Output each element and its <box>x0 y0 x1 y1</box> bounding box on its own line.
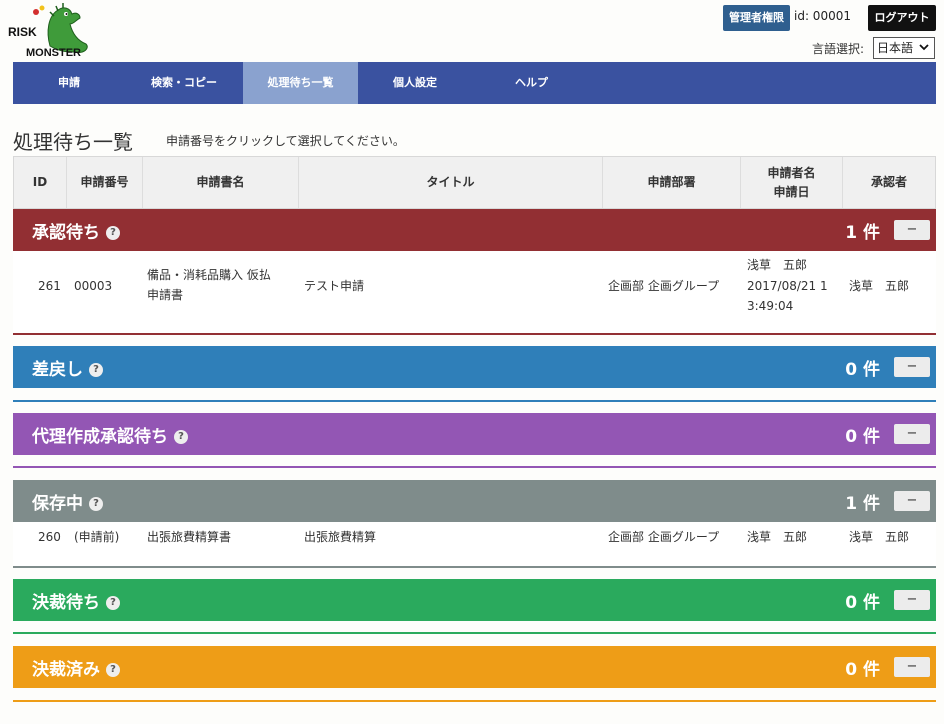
admin-permission-badge[interactable]: 管理者権限 <box>723 5 790 31</box>
section-title: 差戻し? <box>13 355 103 380</box>
nav-personal-settings[interactable]: 個人設定 <box>358 62 472 104</box>
help-icon[interactable]: ? <box>106 225 120 240</box>
section-count: 0 件 <box>845 592 880 613</box>
logo-text-monster: MONSTER <box>26 47 81 59</box>
user-id-label: id: 00001 <box>794 9 851 23</box>
section-title: 保存中? <box>13 489 103 514</box>
row-title: 出張旅費精算 <box>304 530 377 544</box>
collapse-button[interactable]: − <box>894 590 930 610</box>
risk-monster-logo: RISK MONSTER <box>8 3 88 59</box>
section-count: 1 件 <box>845 222 880 243</box>
row-applicant: 浅草 五郎 <box>747 530 808 544</box>
section-title: 決裁待ち? <box>13 588 120 613</box>
section-divider <box>13 333 936 335</box>
row-application-number[interactable]: (申請前) <box>74 527 119 548</box>
section-header[interactable]: 代理作成承認待ち? 0 件 − <box>13 413 936 455</box>
page-title: 処理待ち一覧 <box>13 130 133 154</box>
section-header[interactable]: 決裁待ち? 0 件 − <box>13 579 936 621</box>
section-divider <box>13 700 936 702</box>
row-form-name: 出張旅費精算書 <box>147 530 232 544</box>
help-icon[interactable]: ? <box>89 496 103 511</box>
nav-search-copy[interactable]: 検索・コピー <box>125 62 243 104</box>
row-title: テスト申請 <box>304 279 365 293</box>
collapse-button[interactable]: − <box>894 357 930 377</box>
help-icon[interactable]: ? <box>174 429 188 444</box>
row-id: 260 <box>38 530 61 544</box>
row-form-name-cont: 申請書 <box>147 288 184 302</box>
section-header[interactable]: 決裁済み? 0 件 − <box>13 646 936 688</box>
section-proxy-approval: 代理作成承認待ち? 0 件 − <box>13 413 936 468</box>
logout-button[interactable]: ログアウト <box>868 5 936 31</box>
section-returned: 差戻し? 0 件 − <box>13 346 936 402</box>
language-label: 言語選択: <box>812 42 865 56</box>
table-header: ID 申請番号 申請書名 タイトル 申請部署 申請者名 申請日 承認者 <box>13 156 936 209</box>
section-divider <box>13 566 936 568</box>
section-awaiting-decision: 決裁待ち? 0 件 − <box>13 579 936 634</box>
section-decided: 決裁済み? 0 件 − <box>13 646 936 702</box>
col-application-number[interactable]: 申請番号 <box>67 157 143 208</box>
row-department: 企画部 企画グループ <box>608 530 720 544</box>
main-nav: 申請 検索・コピー 処理待ち一覧 個人設定 ヘルプ <box>13 62 936 104</box>
row-date: 2017/08/21 1 <box>747 279 828 293</box>
col-form-name[interactable]: 申請書名 <box>143 157 299 208</box>
col-title[interactable]: タイトル <box>299 157 603 208</box>
collapse-button[interactable]: − <box>894 220 930 240</box>
col-approver[interactable]: 承認者 <box>843 157 935 208</box>
row-form-name: 備品・消耗品購入 仮払 <box>147 268 271 282</box>
nav-pending-list[interactable]: 処理待ち一覧 <box>243 62 358 104</box>
section-divider <box>13 632 936 634</box>
col-department[interactable]: 申請部署 <box>603 157 741 208</box>
section-count: 0 件 <box>845 659 880 680</box>
section-title: 承認待ち? <box>13 218 120 243</box>
section-header[interactable]: 保存中? 1 件 − <box>13 480 936 522</box>
nav-help[interactable]: ヘルプ <box>472 62 591 104</box>
section-awaiting-approval: 承認待ち? 1 件 − 261 00003 備品・消耗品購入 仮払 申請書 テス… <box>13 209 936 335</box>
collapse-button[interactable]: − <box>894 657 930 677</box>
nav-apply[interactable]: 申請 <box>13 62 125 104</box>
row-id: 261 <box>38 279 61 293</box>
section-header[interactable]: 承認待ち? 1 件 − <box>13 209 936 251</box>
logo-text-risk: RISK <box>8 25 37 39</box>
row-approver: 浅草 五郎 <box>849 530 910 544</box>
section-header[interactable]: 差戻し? 0 件 − <box>13 346 936 388</box>
help-icon[interactable]: ? <box>106 662 120 677</box>
row-time: 3:49:04 <box>747 299 794 313</box>
help-icon[interactable]: ? <box>89 362 103 377</box>
language-select[interactable]: 日本語 <box>873 37 935 59</box>
section-title: 代理作成承認待ち? <box>13 422 188 447</box>
chevron-down-icon <box>919 44 929 51</box>
section-count: 0 件 <box>845 426 880 447</box>
table-row[interactable]: 260 (申請前) 出張旅費精算書 出張旅費精算 企画部 企画グループ 浅草 五… <box>13 522 936 566</box>
table-row[interactable]: 261 00003 備品・消耗品購入 仮払 申請書 テスト申請 企画部 企画グル… <box>13 251 936 333</box>
col-id[interactable]: ID <box>14 157 67 208</box>
section-divider <box>13 400 936 402</box>
col-applicant: 申請者名 <box>767 165 816 180</box>
row-department: 企画部 企画グループ <box>608 279 720 293</box>
col-date: 申請日 <box>773 184 810 199</box>
row-approver: 浅草 五郎 <box>849 279 910 293</box>
section-count: 1 件 <box>845 493 880 514</box>
row-applicant: 浅草 五郎 <box>747 258 808 272</box>
section-count: 0 件 <box>845 359 880 380</box>
section-title: 決裁済み? <box>13 655 120 680</box>
row-application-number[interactable]: 00003 <box>74 276 112 297</box>
language-select-value: 日本語 <box>877 41 914 55</box>
page-hint: 申請番号をクリックして選択してください。 <box>166 134 405 148</box>
section-saved: 保存中? 1 件 − 260 (申請前) 出張旅費精算書 出張旅費精算 企画部 … <box>13 480 936 568</box>
col-applicant-date[interactable]: 申請者名 申請日 <box>741 157 843 208</box>
collapse-button[interactable]: − <box>894 491 930 511</box>
section-divider <box>13 466 936 468</box>
collapse-button[interactable]: − <box>894 424 930 444</box>
help-icon[interactable]: ? <box>106 595 120 610</box>
